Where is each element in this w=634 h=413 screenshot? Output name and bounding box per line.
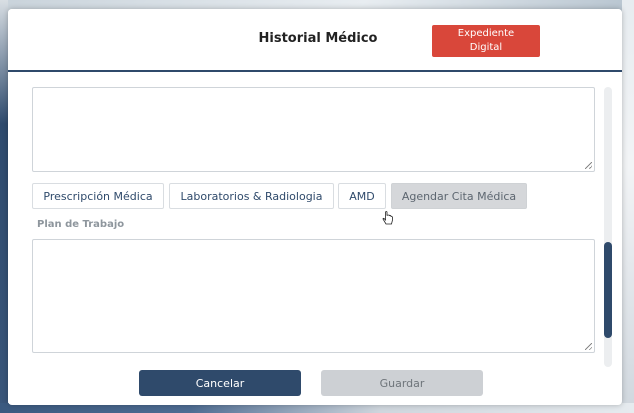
modal-header: Historial Médico Expediente Digital <box>8 9 622 72</box>
background-left <box>0 0 8 413</box>
scrollbar-thumb[interactable] <box>604 242 612 338</box>
tab-amd[interactable]: AMD <box>338 183 386 209</box>
background-right <box>622 0 634 413</box>
resize-grip-icon[interactable] <box>585 162 592 169</box>
expediente-digital-button[interactable]: Expediente Digital <box>432 25 540 57</box>
resize-grip-icon[interactable] <box>585 343 592 350</box>
notes-textarea[interactable] <box>32 87 595 172</box>
tab-prescripcion-medica[interactable]: Prescripción Médica <box>32 183 164 209</box>
cancel-button[interactable]: Cancelar <box>139 370 301 396</box>
tab-agendar-cita-medica[interactable]: Agendar Cita Médica <box>391 183 527 209</box>
plan-de-trabajo-label: Plan de Trabajo <box>37 219 125 230</box>
hand-pointer-icon <box>382 211 393 225</box>
modal-title: Historial Médico <box>258 31 378 46</box>
save-button[interactable]: Guardar <box>321 370 483 396</box>
tab-laboratorios-radiologia[interactable]: Laboratorios & Radiologia <box>169 183 334 209</box>
plan-de-trabajo-textarea[interactable] <box>32 239 595 353</box>
historial-medico-modal: Historial Médico Expediente Digital Pres… <box>8 9 622 405</box>
